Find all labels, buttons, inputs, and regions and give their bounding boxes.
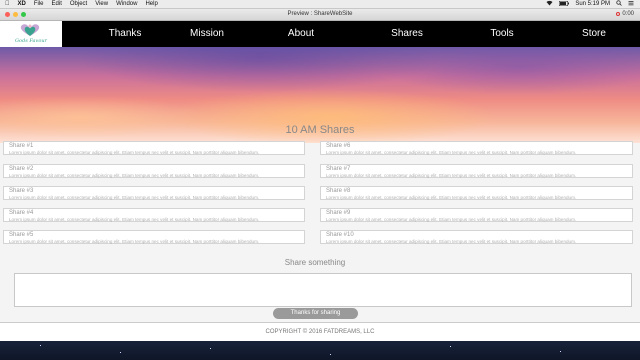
- share-title: Share #6: [326, 143, 351, 149]
- share-title: Share #7: [326, 166, 351, 172]
- battery-icon[interactable]: [559, 0, 570, 8]
- wifi-icon[interactable]: [546, 0, 553, 8]
- menu-edit[interactable]: Edit: [52, 1, 62, 7]
- share-card[interactable]: Share #6 Lorem ipsum dolor sit amet, con…: [320, 141, 633, 155]
- site-navbar: Gods Favour Thanks Mission About Shares …: [0, 21, 640, 47]
- window-title: Preview : ShareWebSite: [287, 11, 353, 17]
- share-body: Lorem ipsum dolor sit amet, consectetur …: [9, 150, 260, 155]
- share-title: Share #1: [9, 143, 34, 149]
- nav-tools[interactable]: Tools: [490, 21, 513, 47]
- window-titlebar: Preview : ShareWebSite 0:00: [0, 9, 640, 21]
- menu-file[interactable]: File: [34, 1, 44, 7]
- section-title: 10 AM Shares: [285, 124, 355, 136]
- share-body: Lorem ipsum dolor sit amet, consectetur …: [326, 239, 577, 244]
- share-card[interactable]: Share #7 Lorem ipsum dolor sit amet, con…: [320, 164, 633, 178]
- submit-share-button[interactable]: Thanks for sharing: [273, 308, 358, 319]
- share-card[interactable]: Share #3 Lorem ipsum dolor sit amet, con…: [3, 186, 305, 200]
- record-control[interactable]: 0:00: [616, 11, 634, 17]
- share-card[interactable]: Share #8 Lorem ipsum dolor sit amet, con…: [320, 186, 633, 200]
- share-title: Share #4: [9, 210, 34, 216]
- share-body: Lorem ipsum dolor sit amet, consectetur …: [9, 239, 260, 244]
- site-footer: COPYRIGHT © 2016 FATDREAMS, LLC: [0, 322, 640, 341]
- share-body: Lorem ipsum dolor sit amet, consectetur …: [326, 173, 577, 178]
- menubar:  XD File Edit Object View Window Help S…: [0, 0, 640, 9]
- nav-mission[interactable]: Mission: [190, 21, 224, 47]
- desktop-background: [0, 340, 640, 360]
- share-card[interactable]: Share #4 Lorem ipsum dolor sit amet, con…: [3, 208, 305, 222]
- record-time: 0:00: [622, 11, 634, 17]
- menubar-clock[interactable]: Sun 5:19 PM: [575, 1, 610, 7]
- share-body: Lorem ipsum dolor sit amet, consectetur …: [9, 195, 260, 200]
- website-preview: Gods Favour Thanks Mission About Shares …: [0, 21, 640, 341]
- share-card[interactable]: Share #10 Lorem ipsum dolor sit amet, co…: [320, 230, 633, 244]
- record-icon[interactable]: [616, 12, 621, 16]
- nav-shares[interactable]: Shares: [391, 21, 423, 47]
- share-card[interactable]: Share #9 Lorem ipsum dolor sit amet, con…: [320, 208, 633, 222]
- share-card[interactable]: Share #5 Lorem ipsum dolor sit amet, con…: [3, 230, 305, 244]
- menu-xd[interactable]: XD: [18, 1, 26, 7]
- menu-help[interactable]: Help: [145, 1, 157, 7]
- logo-text: Gods Favour: [15, 38, 47, 44]
- share-card[interactable]: Share #1 Lorem ipsum dolor sit amet, con…: [3, 141, 305, 155]
- share-title: Share #8: [326, 188, 351, 194]
- share-title: Share #9: [326, 210, 351, 216]
- menu-window[interactable]: Window: [116, 1, 137, 7]
- nav-about[interactable]: About: [288, 21, 314, 47]
- menu-object[interactable]: Object: [70, 1, 87, 7]
- share-body: Lorem ipsum dolor sit amet, consectetur …: [326, 217, 577, 222]
- share-body: Lorem ipsum dolor sit amet, consectetur …: [9, 173, 260, 178]
- share-body: Lorem ipsum dolor sit amet, consectetur …: [9, 217, 260, 222]
- apple-icon[interactable]: : [5, 1, 10, 7]
- share-body: Lorem ipsum dolor sit amet, consectetur …: [326, 150, 577, 155]
- share-title: Share #10: [326, 232, 354, 238]
- menu-view[interactable]: View: [95, 1, 108, 7]
- nav-thanks[interactable]: Thanks: [109, 21, 142, 47]
- share-title: Share #3: [9, 188, 34, 194]
- site-logo[interactable]: Gods Favour: [0, 21, 62, 47]
- share-textarea[interactable]: [14, 273, 632, 307]
- search-icon[interactable]: [616, 0, 622, 8]
- share-card[interactable]: Share #2 Lorem ipsum dolor sit amet, con…: [3, 164, 305, 178]
- nav-store[interactable]: Store: [582, 21, 606, 47]
- share-heading: Share something: [284, 258, 346, 267]
- share-title: Share #5: [9, 232, 34, 238]
- heart-logo-icon: [20, 24, 40, 36]
- share-body: Lorem ipsum dolor sit amet, consectetur …: [326, 195, 577, 200]
- share-title: Share #2: [9, 166, 34, 172]
- menu-list-icon[interactable]: [628, 0, 634, 8]
